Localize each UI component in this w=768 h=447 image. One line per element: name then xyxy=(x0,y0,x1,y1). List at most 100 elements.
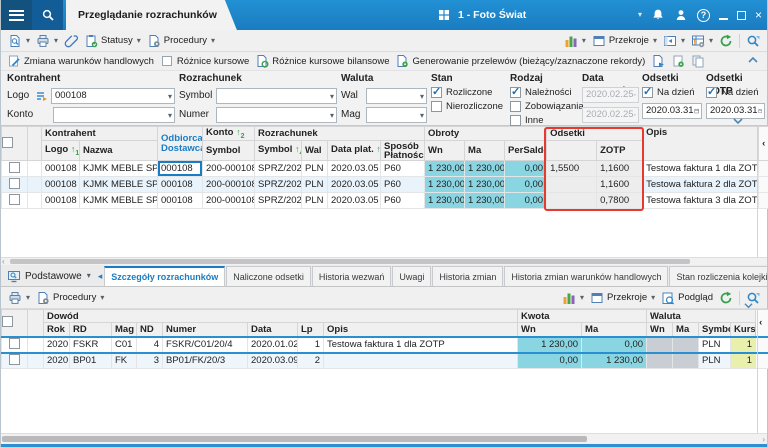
column-header-rok[interactable]: Rok xyxy=(44,323,70,337)
settlement-row[interactable]: 000108 KJMK MEBLE SPÓŁ 000108 200-000108… xyxy=(2,177,768,193)
cell-logo[interactable]: 000108 xyxy=(42,161,80,177)
group-header-dowod[interactable]: Dowód xyxy=(44,310,518,323)
cell-konto[interactable]: 200-000108 xyxy=(203,193,255,209)
column-header-persaldo[interactable]: PerSaldo xyxy=(505,141,547,161)
group-header-odsetki[interactable]: Odsetki xyxy=(547,127,643,141)
podstawowe-selector[interactable]: Podstawowe ▾ xyxy=(1,269,96,286)
sort-asc-icon[interactable]: ↑2 xyxy=(236,127,244,137)
column-header-numer[interactable]: Numer xyxy=(163,323,248,337)
detail-procedures-button[interactable]: Procedury ▾ xyxy=(33,289,107,307)
cell-kwota-wn[interactable]: 1 230,00 xyxy=(518,337,582,353)
zotp-na-dzien-checkbox[interactable]: Na dzień xyxy=(706,86,765,99)
procedures-button[interactable]: Procedury ▾ xyxy=(144,32,218,50)
naleznosci-checkbox[interactable]: Należności xyxy=(510,86,580,99)
attachments-button[interactable] xyxy=(61,32,81,50)
cell-symbol[interactable]: SPRZ/2020/2 xyxy=(255,177,302,193)
cell-waluta-ma[interactable] xyxy=(673,353,699,369)
column-header-symbol[interactable]: Symbol ↑4 xyxy=(255,141,302,161)
column-header-konto-symbol[interactable]: Symbol xyxy=(203,141,255,161)
column-header-odsetki-blank[interactable] xyxy=(547,141,597,161)
date-from-field[interactable]: 2020.02.25 xyxy=(582,87,639,103)
row-select-cell[interactable] xyxy=(2,161,28,177)
row-select-cell[interactable] xyxy=(2,353,28,369)
cell-sposob[interactable]: P60 xyxy=(381,177,425,193)
detail-refresh-button[interactable] xyxy=(716,289,736,307)
cell-odbiorca-focused[interactable]: 000108 xyxy=(158,161,203,177)
sort-asc-icon[interactable]: ↑4 xyxy=(295,144,302,154)
sections-button[interactable]: Przekroje ▾ xyxy=(589,32,660,50)
group-header-kwota[interactable]: Kwota xyxy=(518,310,647,323)
panel-layout-button[interactable]: ▾ xyxy=(660,32,688,50)
tab-historia-wezwan[interactable]: Historia wezwań xyxy=(312,266,392,286)
group-header-konto[interactable]: Konto ↑2 xyxy=(203,127,255,141)
cell-ma[interactable]: 1 230,00 xyxy=(465,193,505,209)
user-icon[interactable] xyxy=(674,8,688,22)
cell-kwota-wn[interactable]: 0,00 xyxy=(518,353,582,369)
grid-scroll-left-arrow[interactable]: ‹ xyxy=(759,127,768,161)
cell-sposob[interactable]: P60 xyxy=(381,161,425,177)
cell-wal[interactable]: PLN xyxy=(302,177,328,193)
export-transfer-button[interactable] xyxy=(648,52,668,70)
odsetki-date-field[interactable]: 2020.03.31 xyxy=(642,103,702,119)
company-chevron-icon[interactable]: ▾ xyxy=(638,11,642,19)
cell-waluta-ma[interactable] xyxy=(673,337,699,353)
date-to-field[interactable]: 2020.02.25 xyxy=(582,107,639,123)
zobowiazania-checkbox[interactable]: Zobowiązania xyxy=(510,100,580,113)
cell-data-plat[interactable]: 2020.03.05 xyxy=(328,177,381,193)
cell-zotp[interactable]: 0,7800 xyxy=(597,193,643,209)
detail-row[interactable]: 2020 BP01 FK 3 BP01/FK/20/3 2020.03.09 2… xyxy=(2,353,768,369)
cell-nazwa[interactable]: KJMK MEBLE SPÓŁ xyxy=(80,161,158,177)
detail-print-button[interactable]: ▾ xyxy=(5,289,33,307)
column-header-opis[interactable]: Opis xyxy=(643,127,759,161)
cell-waluta-wn[interactable] xyxy=(647,337,673,353)
exchange-differences-button[interactable]: Różnice kursowe xyxy=(157,52,252,70)
cell-kwota-ma[interactable]: 0,00 xyxy=(582,337,647,353)
cell-zotp[interactable]: 1,1600 xyxy=(597,161,643,177)
cell-nazwa[interactable]: KJMK MEBLE SPÓŁ xyxy=(80,193,158,209)
column-header-wn[interactable]: Wn xyxy=(425,141,465,161)
company-selector[interactable]: 1 - Foto Świat xyxy=(437,0,526,30)
cell-data-plat[interactable]: 2020.03.05 xyxy=(328,161,381,177)
preview-button[interactable]: Podgląd xyxy=(658,289,716,307)
main-grid-hscrollbar[interactable]: ‹ xyxy=(1,257,767,265)
cell-wal[interactable]: PLN xyxy=(302,161,328,177)
pick-from-list-icon[interactable] xyxy=(36,90,48,102)
cell-rd[interactable]: FSKR xyxy=(70,337,112,353)
cell-wn[interactable]: 1 230,00 xyxy=(425,177,465,193)
select-all-checkbox[interactable] xyxy=(2,127,28,161)
cell-rd[interactable]: BP01 xyxy=(70,353,112,369)
column-header-data[interactable]: Data xyxy=(248,323,298,337)
detail-grid-hscrollbar[interactable]: › xyxy=(1,433,767,444)
mag-combobox[interactable]: ▾ xyxy=(366,107,427,123)
cell-data[interactable]: 2020.01.02 xyxy=(248,337,298,353)
cell-data-plat[interactable]: 2020.03.05 xyxy=(328,193,381,209)
cell-symbol[interactable]: SPRZ/2020/3 xyxy=(255,193,302,209)
cell-ma[interactable]: 1 230,00 xyxy=(465,177,505,193)
cell-odbiorca[interactable]: 000108 xyxy=(158,193,203,209)
cell-symbol[interactable]: SPRZ/2020/1 xyxy=(255,161,302,177)
cell-rok[interactable]: 2020 xyxy=(44,353,70,369)
cell-konto[interactable]: 200-000108 xyxy=(203,177,255,193)
column-header-zotp[interactable]: ZOTP xyxy=(597,141,643,161)
symbol-combobox[interactable]: ▾ xyxy=(216,88,337,104)
cell-data[interactable]: 2020.03.09 xyxy=(248,353,298,369)
scrollbar-thumb[interactable] xyxy=(10,259,690,264)
column-header-nazwa[interactable]: Nazwa xyxy=(80,141,158,161)
cell-nazwa[interactable]: KJMK MEBLE SPÓŁ xyxy=(80,177,158,193)
column-header-mag[interactable]: Mag xyxy=(112,323,137,337)
cell-logo[interactable]: 000108 xyxy=(42,193,80,209)
settlement-row[interactable]: 000108 KJMK MEBLE SPÓŁ 000108 200-000108… xyxy=(2,161,768,177)
cell-konto[interactable]: 200-000108 xyxy=(203,161,255,177)
group-header-waluta[interactable]: Waluta xyxy=(647,310,756,323)
cell-wn[interactable]: 1 230,00 xyxy=(425,193,465,209)
cell-lp[interactable]: 2 xyxy=(298,353,324,369)
row-select-cell[interactable] xyxy=(2,193,28,209)
tab-naliczone-odsetki[interactable]: Naliczone odsetki xyxy=(226,266,311,286)
sort-asc-icon[interactable]: ↑3 xyxy=(376,144,380,154)
settlement-row[interactable]: 000108 KJMK MEBLE SPÓŁ 000108 200-000108… xyxy=(2,193,768,209)
global-search-button[interactable] xyxy=(32,0,63,30)
generate-transfers-button[interactable]: Generowanie przelewów (bieżący/zaznaczon… xyxy=(392,52,648,70)
column-header-nd[interactable]: ND xyxy=(137,323,163,337)
zoom-selection-button[interactable] xyxy=(743,32,763,50)
detail-sections-button[interactable]: Przekroje ▾ xyxy=(587,289,658,307)
